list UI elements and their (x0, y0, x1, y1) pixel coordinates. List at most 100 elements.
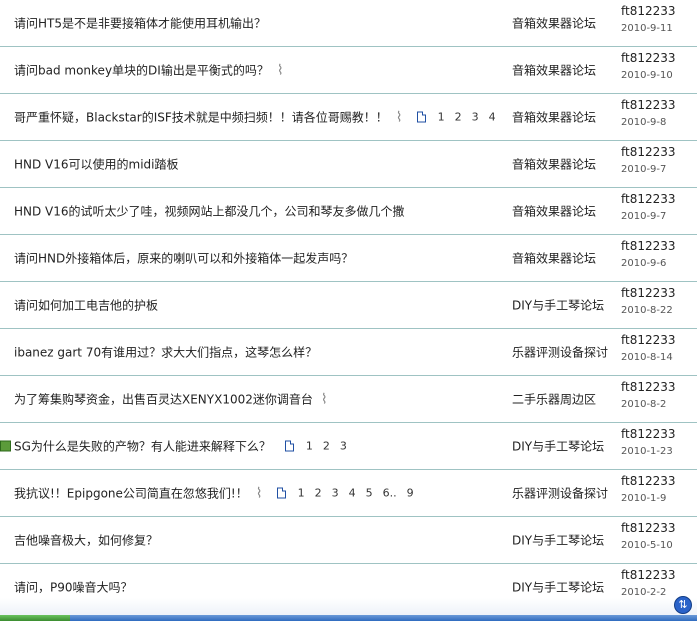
page-link[interactable]: 9 (407, 487, 414, 500)
thread-title-text[interactable]: 请问HT5是不是非要接箱体才能使用耳机输出？ (14, 15, 266, 32)
thread-title-text[interactable]: 吉他噪音极大，如何修复？ (14, 532, 158, 549)
network-icon[interactable]: ⇅ (674, 596, 692, 614)
table-row[interactable]: SG为什么是失败的产物？有人能进来解释下么？ 1 2 3 DIY与手工琴论坛 ft8122… (0, 423, 697, 470)
thread-title-text[interactable]: 为了筹集购琴资金，出售百灵达XENYX1002迷你调音台 (14, 391, 313, 408)
author-link[interactable]: ft812233 (621, 192, 676, 206)
page-link[interactable]: 1 (438, 111, 445, 124)
table-row[interactable]: 我抗议!！Epipgone公司简直在忽悠我们!！ ⌇ 1 2 3 4 5 6.. 9 乐器评测设备… (0, 470, 697, 517)
author-link[interactable]: ft812233 (621, 51, 676, 65)
table-row[interactable]: ibanez gart 70有谁用过？求大大们指点，这琴怎么样？ 乐器评测设备探讨… (0, 329, 697, 376)
table-row[interactable]: HND V16的试听太少了哇，视频网站上都没几个，公司和琴友多做几个撒 音箱效果器… (0, 188, 697, 235)
forum-link[interactable]: 音箱效果器论坛 (512, 156, 596, 173)
forum-link[interactable]: DIY与手工琴论坛 (512, 532, 604, 549)
post-date: 2010-9-6 (621, 258, 667, 269)
thread-title-text[interactable]: 请问如何加工电吉他的护板 (14, 297, 158, 314)
thread-title[interactable]: 请问如何加工电吉他的护板 (14, 297, 158, 314)
table-row[interactable]: 吉他噪音极大，如何修复？ DIY与手工琴论坛 ft812233 2010-5-10 (0, 517, 697, 564)
thread-title[interactable]: HND V16可以使用的midi踏板 (14, 156, 179, 173)
thread-title-text[interactable]: 我抗议!！Epipgone公司简直在忽悠我们!！ (14, 485, 248, 502)
thread-title-text[interactable]: HND V16可以使用的midi踏板 (14, 156, 179, 173)
page-link[interactable]: 5 (366, 487, 373, 500)
post-date: 2010-9-7 (621, 164, 667, 175)
page-link[interactable]: 1 (298, 487, 305, 500)
thread-title[interactable]: 吉他噪音极大，如何修复？ (14, 532, 158, 549)
table-row[interactable]: 请问bad monkey单块的DI输出是平衡式的吗？ ⌇ 音箱效果器论坛 ft8122… (0, 47, 697, 94)
table-row[interactable]: 请问HT5是不是非要接箱体才能使用耳机输出？ 音箱效果器论坛 ft812233 201… (0, 0, 697, 47)
page-icon (276, 487, 286, 499)
thread-list: 请问HT5是不是非要接箱体才能使用耳机输出？ 音箱效果器论坛 ft812233 201… (0, 0, 697, 611)
forum-link[interactable]: 音箱效果器论坛 (512, 203, 596, 220)
thread-title-text[interactable]: HND V16的试听太少了哇，视频网站上都没几个，公司和琴友多做几个撒 (14, 203, 405, 220)
taskbar-bar (0, 615, 697, 621)
forum-link[interactable]: 乐器评测设备探讨 (512, 485, 608, 502)
post-date: 2010-5-10 (621, 540, 673, 551)
post-date: 2010-9-8 (621, 117, 667, 128)
thread-title[interactable]: 请问HND外接箱体后，原来的喇叭可以和外接箱体一起发声吗？ (14, 250, 353, 267)
thread-title[interactable]: SG为什么是失败的产物？有人能进来解释下么？ 1 2 3 (14, 438, 347, 455)
table-row[interactable]: 请问如何加工电吉他的护板 DIY与手工琴论坛 ft812233 2010-8-22 (0, 282, 697, 329)
author-link[interactable]: ft812233 (621, 521, 676, 535)
thread-title[interactable]: 我抗议!！Epipgone公司简直在忽悠我们!！ ⌇ 1 2 3 4 5 6.. 9 (14, 485, 414, 502)
author-link[interactable]: ft812233 (621, 380, 676, 394)
page-link[interactable]: 2 (323, 440, 330, 453)
post-date: 2010-9-11 (621, 23, 673, 34)
author-link[interactable]: ft812233 (621, 4, 676, 18)
forum-link[interactable]: DIY与手工琴论坛 (512, 297, 604, 314)
thread-title[interactable]: ibanez gart 70有谁用过？求大大们指点，这琴怎么样？ (14, 344, 317, 361)
forum-link[interactable]: DIY与手工琴论坛 (512, 579, 604, 596)
post-date: 2010-1-9 (621, 493, 667, 504)
page-links: 1234 (416, 111, 496, 124)
author-link[interactable]: ft812233 (621, 427, 676, 441)
table-row[interactable]: HND V16可以使用的midi踏板 音箱效果器论坛 ft812233 2010-9-… (0, 141, 697, 188)
forum-link[interactable]: 音箱效果器论坛 (512, 109, 596, 126)
post-date: 2010-1-23 (621, 446, 673, 457)
page-link[interactable]: 6.. (383, 487, 397, 500)
thread-title[interactable]: 请问HT5是不是非要接箱体才能使用耳机输出？ (14, 15, 266, 32)
page-link[interactable]: 3 (332, 487, 339, 500)
thread-title-text[interactable]: 请问，P90噪音大吗？ (14, 579, 133, 596)
paperclip-icon: ⌇ (255, 485, 263, 501)
author-link[interactable]: ft812233 (621, 145, 676, 159)
page-link[interactable]: 2 (315, 487, 322, 500)
thread-title-text[interactable]: SG为什么是失败的产物？有人能进来解释下么？ (14, 438, 271, 455)
author-link[interactable]: ft812233 (621, 286, 676, 300)
taskbar (0, 598, 697, 621)
table-row[interactable]: 为了筹集购琴资金，出售百灵达XENYX1002迷你调音台 ⌇ 二手乐器周边区 ft81… (0, 376, 697, 423)
page-link[interactable]: 4 (489, 111, 496, 124)
forum-link[interactable]: 音箱效果器论坛 (512, 62, 596, 79)
forum-link[interactable]: 乐器评测设备探讨 (512, 344, 608, 361)
author-link[interactable]: ft812233 (621, 239, 676, 253)
page-link[interactable]: 1 (306, 440, 313, 453)
author-link[interactable]: ft812233 (621, 568, 676, 582)
thread-title-text[interactable]: 请问bad monkey单块的DI输出是平衡式的吗？ (14, 62, 269, 79)
thread-title[interactable]: 哥严重怀疑，Blackstar的ISF技术就是中频扫频！！请各位哥赐教！！ ⌇ 1 2… (14, 109, 496, 126)
forum-link[interactable]: 二手乐器周边区 (512, 391, 596, 408)
thread-title[interactable]: 请问，P90噪音大吗？ (14, 579, 133, 596)
author-link[interactable]: ft812233 (621, 98, 676, 112)
page-link[interactable]: 3 (472, 111, 479, 124)
page-link[interactable]: 4 (349, 487, 356, 500)
page-link[interactable]: 3 (340, 440, 347, 453)
paperclip-icon: ⌇ (320, 391, 328, 407)
thread-title-text[interactable]: 请问HND外接箱体后，原来的喇叭可以和外接箱体一起发声吗？ (14, 250, 353, 267)
page-icon (284, 440, 294, 452)
page-icon (416, 111, 426, 123)
author-link[interactable]: ft812233 (621, 474, 676, 488)
forum-link[interactable]: 音箱效果器论坛 (512, 250, 596, 267)
author-link[interactable]: ft812233 (621, 333, 676, 347)
thread-title[interactable]: HND V16的试听太少了哇，视频网站上都没几个，公司和琴友多做几个撒 (14, 203, 405, 220)
thread-title-text[interactable]: ibanez gart 70有谁用过？求大大们指点，这琴怎么样？ (14, 344, 317, 361)
thread-title[interactable]: 为了筹集购琴资金，出售百灵达XENYX1002迷你调音台 ⌇ (14, 391, 328, 408)
thread-title-text[interactable]: 哥严重怀疑，Blackstar的ISF技术就是中频扫频！！请各位哥赐教！！ (14, 109, 388, 126)
table-row[interactable]: 哥严重怀疑，Blackstar的ISF技术就是中频扫频！！请各位哥赐教！！ ⌇ 1 2… (0, 94, 697, 141)
post-date: 2010-9-7 (621, 211, 667, 222)
page-link[interactable]: 2 (455, 111, 462, 124)
post-date: 2010-2-2 (621, 587, 667, 598)
table-row[interactable]: 请问HND外接箱体后，原来的喇叭可以和外接箱体一起发声吗？ 音箱效果器论坛 ft81… (0, 235, 697, 282)
thread-title[interactable]: 请问bad monkey单块的DI输出是平衡式的吗？ ⌇ (14, 62, 284, 79)
forum-link[interactable]: 音箱效果器论坛 (512, 15, 596, 32)
start-button[interactable] (0, 615, 70, 621)
forum-link[interactable]: DIY与手工琴论坛 (512, 438, 604, 455)
page-links: 123 (284, 440, 347, 453)
post-date: 2010-8-14 (621, 352, 673, 363)
